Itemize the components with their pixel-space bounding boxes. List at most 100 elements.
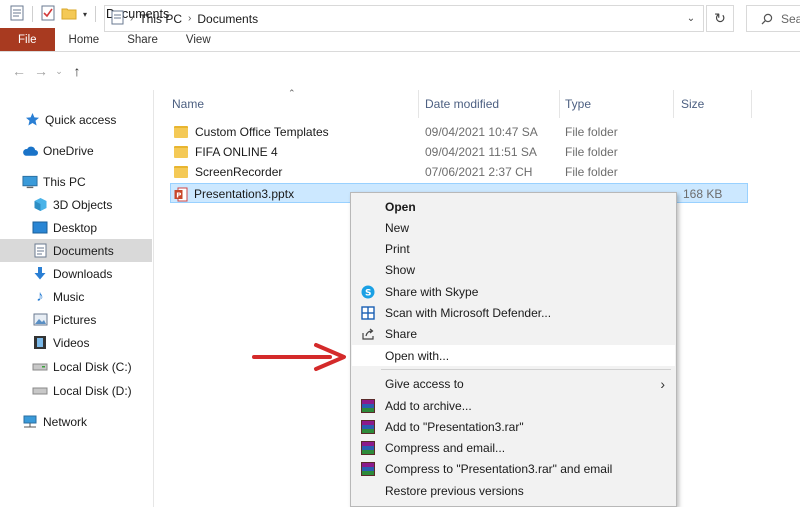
nav-label: Local Disk (D:) <box>53 383 132 398</box>
navigation-pane: Quick access OneDrive This PC 3D Objects… <box>0 90 154 507</box>
svg-text:S: S <box>365 288 371 298</box>
column-divider[interactable] <box>559 90 560 118</box>
share-icon <box>360 326 375 341</box>
menu-item-print[interactable]: Print <box>352 238 675 259</box>
menu-item-share-skype[interactable]: S Share with Skype <box>352 281 675 302</box>
menu-item-open-with[interactable]: Open with... <box>352 345 675 366</box>
download-arrow-icon <box>32 266 48 282</box>
nav-local-disk-c[interactable]: Local Disk (C:) <box>0 355 152 378</box>
search-input[interactable]: Sea <box>746 5 800 32</box>
customize-toolbar-chevron-icon[interactable]: ▾ <box>83 10 87 19</box>
menu-item-scan-defender[interactable]: Scan with Microsoft Defender... <box>352 302 675 323</box>
toolbar-divider <box>32 6 33 22</box>
file-name: Custom Office Templates <box>195 125 329 139</box>
menu-item-open[interactable]: Open <box>352 196 675 217</box>
column-divider[interactable] <box>418 90 419 118</box>
column-divider[interactable] <box>673 90 674 118</box>
nav-downloads[interactable]: Downloads <box>0 262 152 285</box>
nav-local-disk-d[interactable]: Local Disk (D:) <box>0 379 152 402</box>
file-name: FIFA ONLINE 4 <box>195 145 278 159</box>
file-row[interactable]: FIFA ONLINE 4 09/04/2021 11:51 SA File f… <box>170 142 748 162</box>
refresh-button[interactable]: ↻ <box>706 5 734 32</box>
drive-icon <box>32 359 48 375</box>
annotation-arrow-icon <box>252 343 346 371</box>
search-icon <box>761 13 773 24</box>
up-arrow-icon[interactable]: ↑ <box>66 63 88 79</box>
nav-desktop[interactable]: Desktop <box>0 216 152 239</box>
file-date: 07/06/2021 2:37 CH <box>425 165 533 179</box>
nav-videos[interactable]: Videos <box>0 331 152 354</box>
menu-label: Add to archive... <box>385 398 472 413</box>
column-header-size[interactable]: Size <box>681 90 704 118</box>
cloud-icon <box>22 143 38 159</box>
menu-item-compress-rar-email[interactable]: Compress to "Presentation3.rar" and emai… <box>352 458 675 479</box>
nav-3d-objects[interactable]: 3D Objects <box>0 193 152 216</box>
menu-label: Open with... <box>385 348 450 363</box>
desktop-icon <box>32 220 48 236</box>
nav-network[interactable]: Network <box>0 410 152 433</box>
menu-item-give-access[interactable]: Give access to › <box>352 373 675 394</box>
column-divider[interactable] <box>751 90 752 118</box>
menu-item-show[interactable]: Show <box>352 259 675 280</box>
properties-icon[interactable] <box>10 5 24 24</box>
nav-label: Music <box>53 289 85 304</box>
menu-item-new[interactable]: New <box>352 217 675 238</box>
column-header-type[interactable]: Type <box>565 90 591 118</box>
winrar-icon <box>360 440 375 455</box>
file-row[interactable]: Custom Office Templates 09/04/2021 10:47… <box>170 122 748 142</box>
tab-file[interactable]: File <box>0 28 55 51</box>
nav-this-pc[interactable]: This PC <box>0 170 152 193</box>
file-date: 09/04/2021 10:47 SA <box>425 125 538 139</box>
nav-documents[interactable]: Documents <box>0 239 152 262</box>
forward-arrow-icon[interactable]: → <box>30 63 52 79</box>
folder-icon <box>174 126 188 138</box>
new-folder-icon[interactable] <box>61 6 77 23</box>
menu-item-share[interactable]: Share <box>352 323 675 344</box>
computer-icon <box>22 174 38 190</box>
drive-icon <box>32 383 48 399</box>
file-size: 168 KB <box>683 187 723 201</box>
chevron-right-icon[interactable]: › <box>130 13 133 24</box>
skype-icon: S <box>360 284 375 299</box>
nav-label: Documents <box>53 243 114 258</box>
svg-text:P: P <box>176 191 181 199</box>
back-arrow-icon[interactable]: ← <box>8 63 30 79</box>
cube-icon <box>32 197 48 213</box>
column-header-date[interactable]: Date modified <box>425 90 499 118</box>
column-header-name[interactable]: Name <box>172 90 204 118</box>
menu-item-add-archive[interactable]: Add to archive... <box>352 395 675 416</box>
nav-label: This PC <box>43 174 86 189</box>
network-icon <box>22 414 38 430</box>
nav-music[interactable]: ♪ Music <box>0 285 152 308</box>
powerpoint-file-icon: P <box>174 187 188 202</box>
file-row[interactable]: ScreenRecorder 07/06/2021 2:37 CH File f… <box>170 162 748 182</box>
nav-pictures[interactable]: Pictures <box>0 308 152 331</box>
recent-locations-chevron-icon[interactable]: ⌄ <box>52 66 66 77</box>
menu-label: Share <box>385 326 418 341</box>
file-type: File folder <box>565 125 618 139</box>
nav-label: OneDrive <box>43 143 94 158</box>
file-name: Presentation3.pptx <box>194 187 295 201</box>
winrar-icon <box>360 419 375 434</box>
menu-item-restore-versions[interactable]: Restore previous versions <box>352 480 675 501</box>
nav-onedrive[interactable]: OneDrive <box>0 139 152 162</box>
defender-shield-icon <box>360 305 375 320</box>
nav-quick-access[interactable]: Quick access <box>0 108 152 131</box>
menu-label: New <box>385 220 410 235</box>
menu-item-add-rar[interactable]: Add to "Presentation3.rar" <box>352 416 675 437</box>
menu-item-compress-email[interactable]: Compress and email... <box>352 437 675 458</box>
menu-label: Add to "Presentation3.rar" <box>385 419 524 434</box>
file-type: File folder <box>565 145 618 159</box>
file-name: ScreenRecorder <box>195 165 283 179</box>
checkmark-icon[interactable] <box>41 5 55 24</box>
nav-label: Network <box>43 414 88 429</box>
chevron-right-icon[interactable]: › <box>188 13 191 24</box>
menu-label: Compress and email... <box>385 440 506 455</box>
address-bar[interactable]: › This PC › Documents ⌄ <box>104 5 704 32</box>
film-icon <box>32 335 48 351</box>
breadcrumb-this-pc[interactable]: This PC <box>139 12 182 26</box>
breadcrumb-documents[interactable]: Documents <box>197 12 258 26</box>
menu-separator <box>381 369 671 370</box>
address-history-chevron-icon[interactable]: ⌄ <box>679 6 703 31</box>
nav-label: Quick access <box>45 112 117 127</box>
